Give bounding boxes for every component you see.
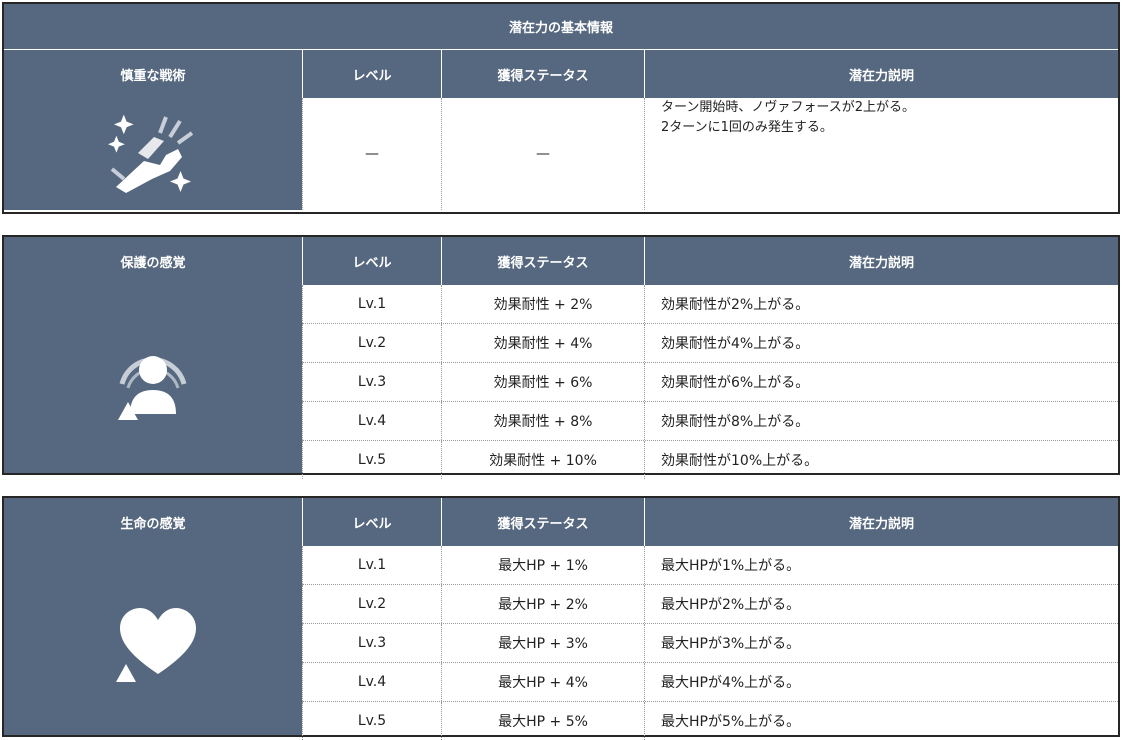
header-level: レベル [302, 50, 441, 98]
table-row: Lv.4 最大HP + 4% 最大HPが4%上がる。 [302, 662, 1118, 701]
level-cell: Lv.4 [302, 402, 441, 440]
table-title: 潜在力の基本情報 [508, 21, 613, 36]
status-cell: 最大HP + 2% [441, 585, 644, 623]
skill-name: 保護の感覚 [120, 255, 186, 271]
level-cell: — [302, 98, 441, 210]
level-cell: Lv.3 [302, 624, 441, 662]
header-level: レベル [302, 237, 441, 285]
description-line-1: ターン開始時、ノヴァフォースが2上がる。 [661, 100, 915, 115]
table-row: Lv.2 効果耐性 + 4% 効果耐性が4%上がる。 [302, 323, 1118, 362]
table-title-row: 潜在力の基本情報 [4, 4, 1118, 50]
description-cell: 効果耐性が2%上がる。 [644, 285, 1118, 323]
level-cell: Lv.4 [302, 663, 441, 701]
protection-sense-table: 保護の感覚 レベル 獲得ステータス 潜在力説明 Lv.1 効果耐性 + 2% 効… [2, 235, 1120, 479]
skill-name: 生命の感覚 [120, 516, 186, 532]
description-cell: 最大HPが3%上がる。 [644, 624, 1118, 662]
level-cell: Lv.1 [302, 546, 441, 584]
table-row: Lv.5 最大HP + 5% 最大HPが5%上がる。 [302, 701, 1118, 740]
level-cell: Lv.2 [302, 585, 441, 623]
hand-sparkle-icon [4, 98, 302, 210]
table-row: Lv.1 効果耐性 + 2% 効果耐性が2%上がる。 [302, 285, 1118, 323]
header-row: 保護の感覚 レベル 獲得ステータス 潜在力説明 [4, 237, 1118, 285]
heart-icon [4, 546, 302, 735]
header-status: 獲得ステータス [441, 50, 644, 98]
table-row: Lv.5 効果耐性 + 10% 効果耐性が10%上がる。 [302, 440, 1118, 479]
description-cell: ターン開始時、ノヴァフォースが2上がる。 2ターンに1回のみ発生する。 [644, 98, 1118, 210]
description-cell: 効果耐性が10%上がる。 [644, 441, 1118, 479]
level-cell: Lv.5 [302, 441, 441, 479]
description-cell: 効果耐性が6%上がる。 [644, 363, 1118, 401]
description-line-2: 2ターンに1回のみ発生する。 [661, 120, 833, 135]
header-status: 獲得ステータス [441, 237, 644, 285]
table-row: Lv.4 効果耐性 + 8% 効果耐性が8%上がる。 [302, 401, 1118, 440]
header-level: レベル [302, 498, 441, 546]
header-status: 獲得ステータス [441, 498, 644, 546]
header-description: 潜在力説明 [644, 50, 1118, 98]
header-row: 生命の感覚 レベル 獲得ステータス 潜在力説明 [4, 498, 1118, 546]
table-row: Lv.3 最大HP + 3% 最大HPが3%上がる。 [302, 623, 1118, 662]
life-sense-table: 生命の感覚 レベル 獲得ステータス 潜在力説明 Lv.1 最大HP + 1% 最… [2, 496, 1120, 740]
level-cell: Lv.2 [302, 324, 441, 362]
description-cell: 効果耐性が4%上がる。 [644, 324, 1118, 362]
status-cell: 効果耐性 + 8% [441, 402, 644, 440]
description-cell: 効果耐性が8%上がる。 [644, 402, 1118, 440]
table-row: Lv.1 最大HP + 1% 最大HPが1%上がる。 [302, 546, 1118, 584]
table-row: Lv.2 最大HP + 2% 最大HPが2%上がる。 [302, 584, 1118, 623]
description-cell: 最大HPが5%上がる。 [644, 702, 1118, 740]
level-cell: Lv.3 [302, 363, 441, 401]
header-row: 慎重な戦術 レベル 獲得ステータス 潜在力説明 [4, 50, 1118, 98]
status-cell: 効果耐性 + 4% [441, 324, 644, 362]
level-cell: Lv.1 [302, 285, 441, 323]
description-cell: 最大HPが1%上がる。 [644, 546, 1118, 584]
status-cell: — [441, 98, 644, 210]
status-cell: 最大HP + 3% [441, 624, 644, 662]
table-row: — — ターン開始時、ノヴァフォースが2上がる。 2ターンに1回のみ発生する。 [302, 98, 1118, 210]
status-cell: 効果耐性 + 10% [441, 441, 644, 479]
table-row: Lv.3 効果耐性 + 6% 効果耐性が6%上がる。 [302, 362, 1118, 401]
skill-name: 慎重な戦術 [120, 68, 186, 84]
status-cell: 最大HP + 1% [441, 546, 644, 584]
status-cell: 最大HP + 4% [441, 663, 644, 701]
potential-basic-info-table: 潜在力の基本情報 慎重な戦術 レベル 獲得ステータス 潜在力説明 — — ターン… [2, 2, 1120, 214]
status-cell: 効果耐性 + 2% [441, 285, 644, 323]
description-cell: 最大HPが2%上がる。 [644, 585, 1118, 623]
header-description: 潜在力説明 [644, 498, 1118, 546]
header-description: 潜在力説明 [644, 237, 1118, 285]
shielded-person-icon [4, 285, 302, 473]
description-cell: 最大HPが4%上がる。 [644, 663, 1118, 701]
status-cell: 効果耐性 + 6% [441, 363, 644, 401]
status-cell: 最大HP + 5% [441, 702, 644, 740]
level-cell: Lv.5 [302, 702, 441, 740]
